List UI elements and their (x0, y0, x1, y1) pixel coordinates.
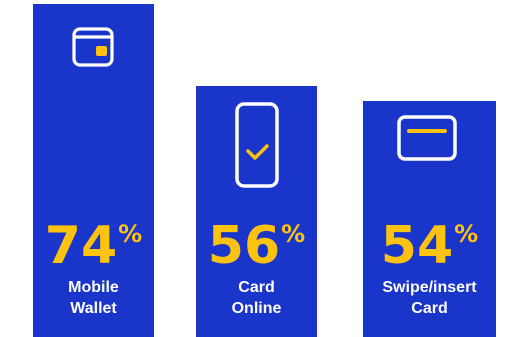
wallet-icon (72, 27, 114, 67)
value-label: 54 (380, 216, 454, 276)
percent-sign: % (118, 220, 143, 248)
bar-card-online: 56% Card Online (196, 86, 317, 337)
category-label-line2: Card (411, 300, 448, 317)
category-label-line2: Wallet (70, 300, 117, 317)
percent-sign: % (454, 220, 479, 248)
bar-swipe-insert-card: 54% Swipe/insert Card (363, 101, 496, 337)
percent-sign: % (281, 220, 306, 248)
category-label-line1: Swipe/insert (382, 279, 477, 296)
value-label: 74 (44, 216, 118, 276)
credit-card-icon (397, 115, 457, 161)
bar-mobile-wallet: 74% Mobile Wallet (33, 4, 154, 337)
category-label-line2: Online (231, 300, 282, 317)
smartphone-check-icon (235, 102, 279, 188)
value-label: 56 (207, 216, 281, 276)
category-label-line1: Card (238, 279, 275, 296)
category-label-line1: Mobile (68, 279, 119, 296)
